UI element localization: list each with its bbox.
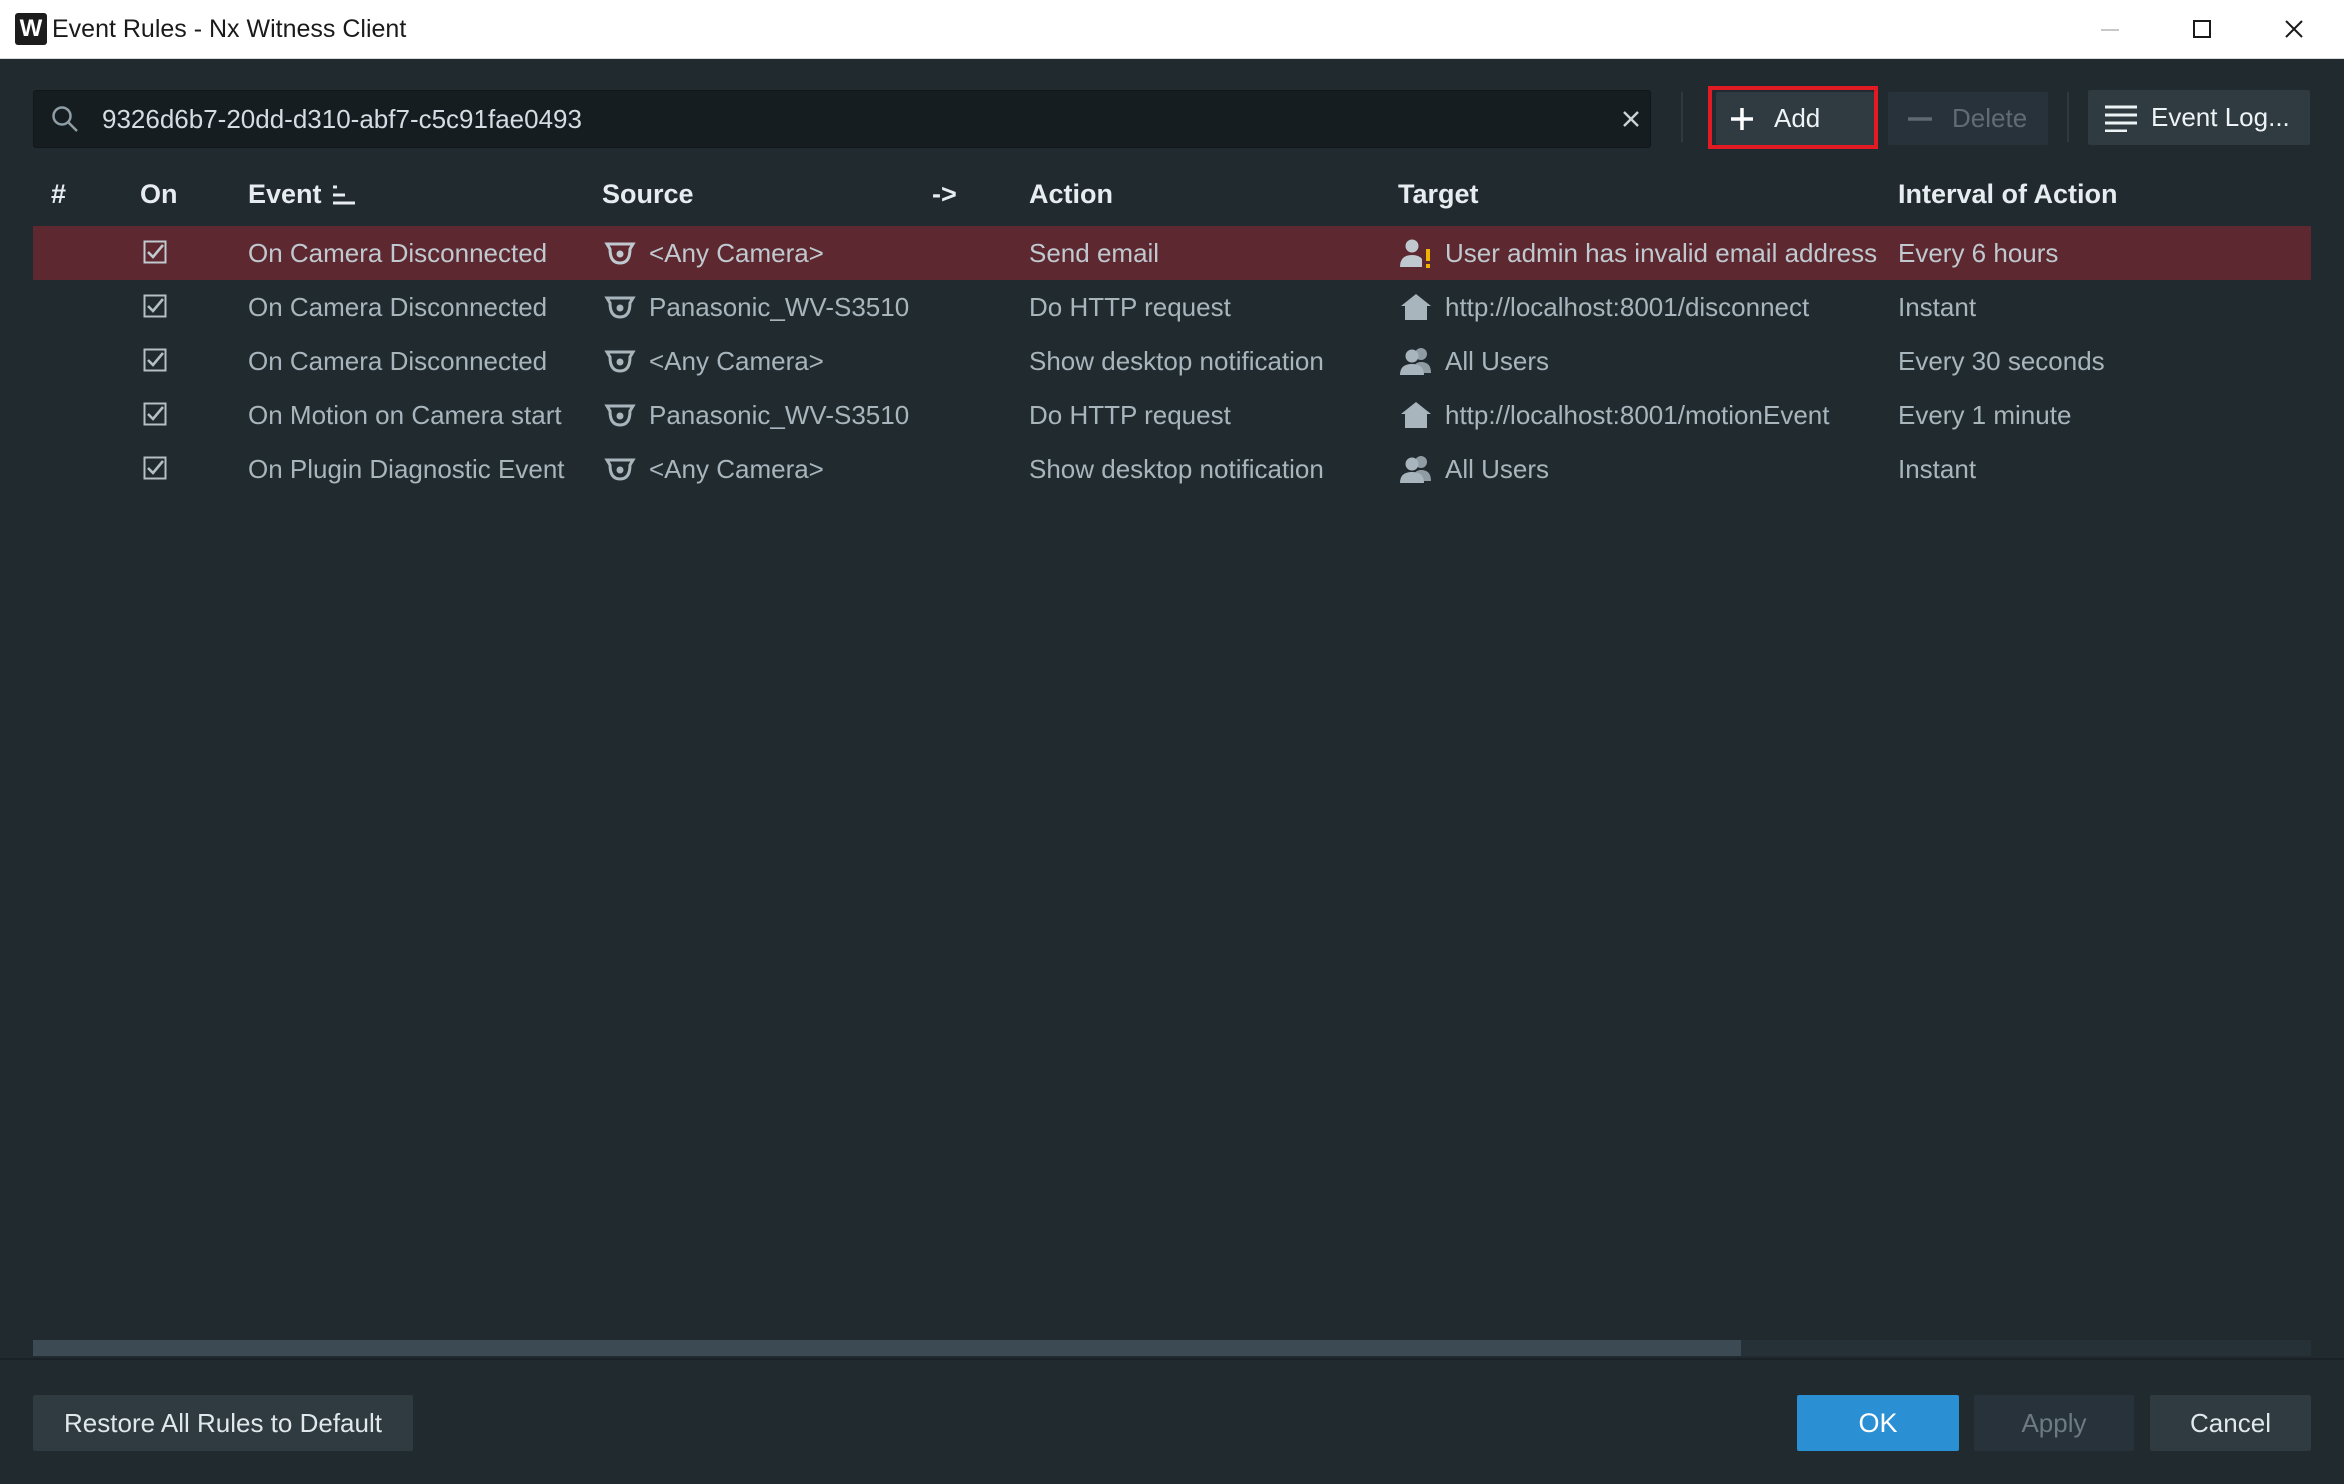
server-icon — [1401, 402, 1431, 428]
checkbox-checked-icon[interactable] — [143, 402, 167, 426]
horizontal-scrollbar-thumb[interactable] — [33, 1340, 1741, 1356]
interval-cell: Every 1 minute — [1898, 400, 2072, 430]
event-rules-window: W Event Rules - Nx Witness Client Add — [0, 0, 2344, 1484]
target-cell: All Users — [1445, 346, 1550, 376]
column-header-action[interactable]: Action — [1029, 170, 1113, 218]
maximize-icon — [2193, 20, 2211, 38]
checkbox-checked-icon[interactable] — [143, 456, 167, 480]
maximize-button[interactable] — [2156, 0, 2248, 58]
column-header-arrow[interactable]: -> — [932, 170, 957, 218]
user-warning-icon — [1400, 239, 1430, 268]
dome-camera-icon — [604, 296, 636, 319]
checkbox-checked-icon[interactable] — [143, 348, 167, 372]
app-logo-icon: W — [15, 13, 47, 45]
table-row[interactable]: On Camera Disconnected <Any Camera> Show… — [33, 334, 2311, 388]
restore-defaults-button[interactable]: Restore All Rules to Default — [33, 1395, 413, 1451]
dome-camera-icon — [604, 350, 636, 373]
server-icon — [1401, 294, 1431, 320]
apply-button[interactable]: Apply — [1974, 1395, 2134, 1451]
target-cell: User admin has invalid email address — [1445, 238, 1878, 268]
table-header: # On Event Source -> Action Target Inter… — [33, 170, 2311, 218]
source-cell: <Any Camera> — [649, 454, 824, 484]
search-icon — [52, 106, 78, 132]
dome-camera-icon — [604, 242, 636, 265]
minimize-button[interactable] — [2064, 0, 2156, 58]
list-icon — [2105, 105, 2137, 132]
checkbox-checked-icon[interactable] — [143, 294, 167, 318]
action-cell: Do HTTP request — [1029, 292, 1231, 322]
action-cell: Do HTTP request — [1029, 400, 1231, 430]
action-cell: Show desktop notification — [1029, 454, 1324, 484]
interval-cell: Instant — [1898, 454, 1977, 484]
sort-ascending-icon[interactable] — [331, 184, 357, 206]
event-cell: On Camera Disconnected — [248, 292, 548, 322]
source-cell: <Any Camera> — [649, 238, 824, 268]
column-header-interval[interactable]: Interval of Action — [1898, 170, 2118, 218]
column-header-target[interactable]: Target — [1398, 170, 1479, 218]
event-cell: On Camera Disconnected — [248, 346, 548, 376]
table-row[interactable]: On Camera Disconnected Panasonic_WV-S351… — [33, 280, 2311, 334]
title-bar: W Event Rules - Nx Witness Client — [0, 0, 2344, 59]
event-log-button[interactable]: Event Log... — [2088, 90, 2310, 145]
delete-button-label: Delete — [1952, 103, 2028, 133]
source-cell: <Any Camera> — [649, 346, 824, 376]
users-icon — [1400, 348, 1431, 375]
search-input[interactable] — [102, 91, 1582, 147]
event-cell: On Motion on Camera start — [248, 400, 562, 430]
interval-cell: Every 6 hours — [1898, 238, 2059, 268]
source-cell: Panasonic_WV-S3510 — [649, 400, 910, 430]
column-header-number[interactable]: # — [51, 170, 66, 218]
target-cell: All Users — [1445, 454, 1550, 484]
close-icon — [2285, 20, 2303, 38]
target-cell: http://localhost:8001/motionEvent — [1445, 400, 1830, 430]
column-header-source[interactable]: Source — [602, 170, 694, 218]
action-cell: Show desktop notification — [1029, 346, 1324, 376]
minus-icon — [1908, 117, 1932, 121]
dome-camera-icon — [604, 404, 636, 427]
window-title: Event Rules - Nx Witness Client — [52, 15, 407, 43]
target-cell: http://localhost:8001/disconnect — [1445, 292, 1810, 322]
cancel-button[interactable]: Cancel — [2150, 1395, 2311, 1451]
event-cell: On Plugin Diagnostic Event — [248, 454, 565, 484]
close-window-button[interactable] — [2248, 0, 2340, 58]
event-log-button-label: Event Log... — [2151, 102, 2290, 132]
add-button-highlight — [1708, 86, 1878, 149]
footer-divider — [0, 1358, 2344, 1360]
dome-camera-icon — [604, 458, 636, 481]
table-row[interactable]: On Plugin Diagnostic Event <Any Camera> … — [33, 442, 2311, 496]
table-row[interactable]: On Motion on Camera start Panasonic_WV-S… — [33, 388, 2311, 442]
event-cell: On Camera Disconnected — [248, 238, 548, 268]
action-cell: Send email — [1029, 238, 1160, 268]
checkbox-checked-icon[interactable] — [143, 240, 167, 264]
column-header-on[interactable]: On — [140, 170, 178, 218]
toolbar-separator — [2067, 92, 2069, 142]
search-box — [33, 90, 1651, 148]
toolbar-separator — [1681, 92, 1683, 142]
users-icon — [1400, 456, 1431, 483]
interval-cell: Every 30 seconds — [1898, 346, 2105, 376]
column-header-event[interactable]: Event — [248, 170, 322, 218]
source-cell: Panasonic_WV-S3510 — [649, 292, 910, 322]
delete-rule-button[interactable]: Delete — [1888, 92, 2048, 145]
interval-cell: Instant — [1898, 292, 1977, 322]
table-row[interactable]: On Camera Disconnected <Any Camera> Send… — [33, 226, 2311, 280]
minimize-icon — [2101, 29, 2119, 31]
clear-search-icon[interactable] — [1619, 107, 1643, 131]
ok-button[interactable]: OK — [1797, 1395, 1959, 1451]
